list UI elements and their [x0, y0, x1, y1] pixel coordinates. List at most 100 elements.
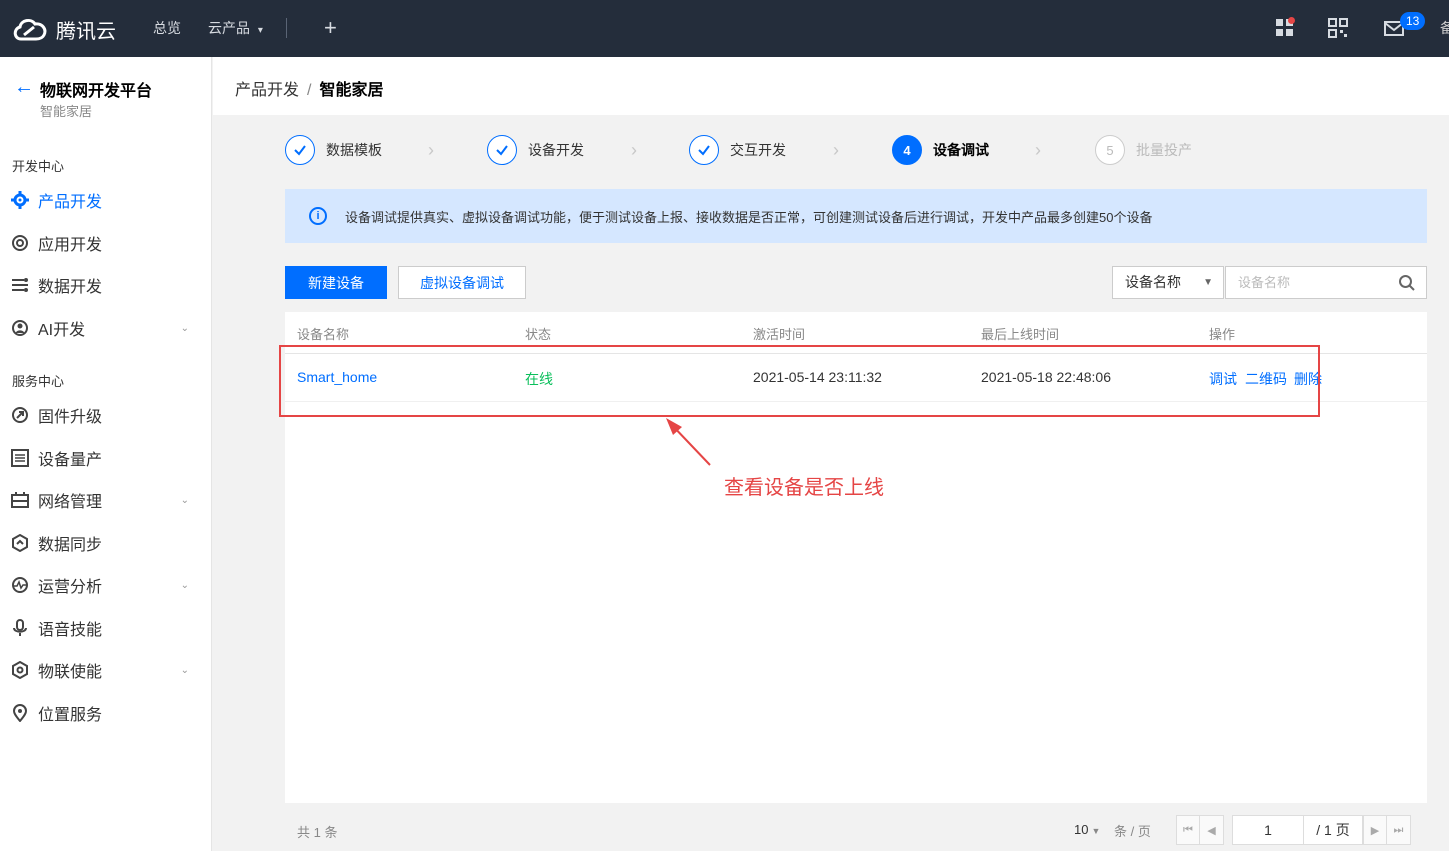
- sidebar-item-label: 固件升级: [38, 409, 103, 426]
- virtual-debug-button[interactable]: 虚拟设备调试: [398, 266, 526, 299]
- sidebar-item-label: 设备量产: [38, 452, 103, 469]
- brand-name: 腾讯云: [56, 20, 116, 43]
- nav-divider: [286, 18, 287, 38]
- breadcrumb-separator: /: [307, 82, 312, 99]
- chevron-right-icon: ›: [1035, 140, 1041, 160]
- sidebar: ← 物联网开发平台 智能家居 开发中心 产品开发 应用开发 数据开发 AI开发 …: [0, 57, 212, 851]
- check-icon: [689, 135, 719, 165]
- chevron-right-icon: ›: [631, 140, 637, 160]
- chevron-right-icon: ›: [833, 140, 839, 160]
- cloud-logo-icon: [13, 18, 47, 41]
- section-service-center: 服务中心: [12, 374, 65, 389]
- sidebar-item-label: AI开发: [38, 322, 86, 339]
- sync-icon: [11, 534, 29, 552]
- last-page-button[interactable]: ⏭: [1386, 815, 1411, 845]
- top-bar: 腾讯云 总览 云产品 ▾ + 13 备: [0, 0, 1449, 57]
- sidebar-item-mass-production[interactable]: 设备量产: [0, 438, 211, 478]
- step-interaction-dev[interactable]: 交互开发: [689, 135, 786, 165]
- check-icon: [487, 135, 517, 165]
- section-dev-center: 开发中心: [12, 159, 65, 174]
- caret-down-icon: ▼: [1091, 826, 1101, 836]
- next-page-button[interactable]: ▶: [1363, 815, 1387, 845]
- page-number-input[interactable]: 1: [1232, 815, 1304, 845]
- firmware-icon: [11, 406, 29, 424]
- sidebar-item-label: 运营分析: [38, 579, 103, 596]
- total-count: 共 1 条: [297, 825, 338, 840]
- page-size-select[interactable]: 10 ▼: [1074, 822, 1100, 837]
- breadcrumb-current: 智能家居: [319, 82, 384, 99]
- caret-down-icon: ▼: [1203, 277, 1213, 288]
- sidebar-item-data-sync[interactable]: 数据同步: [0, 523, 211, 563]
- sidebar-item-product-dev[interactable]: 产品开发: [0, 180, 211, 220]
- page-size-unit: 条 / 页: [1114, 824, 1151, 839]
- location-icon: [11, 704, 29, 722]
- chevron-down-icon: ⌄: [180, 322, 189, 334]
- sidebar-item-label: 位置服务: [38, 707, 103, 724]
- sidebar-item-label: 产品开发: [38, 194, 103, 211]
- nav-cloud-products[interactable]: 云产品 ▾: [208, 0, 263, 57]
- chevron-down-icon: ⌄: [180, 494, 189, 506]
- sidebar-item-network[interactable]: 网络管理 ⌄: [0, 480, 211, 520]
- sidebar-item-voice-skill[interactable]: 语音技能: [0, 608, 211, 648]
- platform-title: 物联网开发平台: [40, 83, 153, 100]
- info-icon: i: [309, 207, 327, 225]
- data-flow-icon: [11, 276, 29, 294]
- sidebar-item-firmware[interactable]: 固件升级: [0, 395, 211, 435]
- new-device-button[interactable]: 新建设备: [285, 266, 387, 299]
- step-number: 4: [892, 135, 922, 165]
- chevron-down-icon: ⌄: [180, 664, 189, 676]
- annotation-highlight-box: [279, 345, 1320, 417]
- nav-cloud-products-label: 云产品: [208, 20, 250, 36]
- search-box: [1225, 266, 1427, 299]
- step-label: 交互开发: [730, 142, 786, 158]
- sidebar-item-ops-analysis[interactable]: 运营分析 ⌄: [0, 565, 211, 605]
- col-last-online-time: 最后上线时间: [981, 327, 1060, 342]
- breadcrumb: 产品开发 / 智能家居: [235, 76, 383, 100]
- step-device-debug[interactable]: 4 设备调试: [892, 135, 989, 165]
- search-input[interactable]: [1226, 267, 1386, 298]
- search-field-select[interactable]: 设备名称 ▼: [1112, 266, 1224, 299]
- qr-code-icon[interactable]: [1328, 18, 1348, 38]
- analysis-icon: [11, 576, 29, 594]
- list-icon: [11, 449, 29, 467]
- sidebar-item-label: 物联使能: [38, 664, 103, 681]
- sidebar-item-label: 语音技能: [38, 622, 103, 639]
- chevron-down-icon: ▾: [257, 25, 263, 36]
- search-icon[interactable]: [1398, 274, 1416, 292]
- topbar-edge-text[interactable]: 备: [1440, 18, 1449, 38]
- col-device-name: 设备名称: [297, 327, 350, 342]
- info-banner: i 设备调试提供真实、虚拟设备调试功能，便于测试设备上报、接收数据是否正常，可创…: [285, 189, 1427, 243]
- sidebar-item-label: 应用开发: [38, 237, 103, 254]
- page-size-value: 10: [1074, 822, 1089, 837]
- step-batch-production[interactable]: 5 批量投产: [1095, 135, 1192, 165]
- nav-overview[interactable]: 总览: [153, 0, 181, 57]
- tencent-cloud-logo[interactable]: 腾讯云: [12, 14, 116, 44]
- sidebar-item-label: 数据同步: [38, 537, 103, 554]
- chevron-right-icon: ›: [428, 140, 434, 160]
- sidebar-item-ai-dev[interactable]: AI开发 ⌄: [0, 308, 211, 348]
- breadcrumb-parent[interactable]: 产品开发: [235, 82, 299, 99]
- prev-page-button[interactable]: ◀: [1199, 815, 1224, 845]
- page-header: 产品开发 / 智能家居: [213, 57, 1449, 115]
- search-field-select-value: 设备名称: [1125, 274, 1181, 290]
- info-banner-text: 设备调试提供真实、虚拟设备调试功能，便于测试设备上报、接收数据是否正常，可创建测…: [345, 209, 1153, 225]
- step-data-template[interactable]: 数据模板: [285, 135, 382, 165]
- network-icon: [11, 491, 29, 509]
- first-page-button[interactable]: ⏮: [1176, 815, 1200, 845]
- add-shortcut-button[interactable]: +: [324, 14, 337, 42]
- step-label: 批量投产: [1136, 142, 1192, 158]
- step-device-dev[interactable]: 设备开发: [487, 135, 584, 165]
- col-status: 状态: [525, 327, 552, 342]
- gear-icon: [11, 191, 29, 209]
- back-arrow-icon[interactable]: ←: [14, 77, 34, 97]
- sidebar-item-iot-enable[interactable]: 物联使能 ⌄: [0, 650, 211, 690]
- total-pages: / 1 页: [1304, 815, 1363, 845]
- sidebar-item-location[interactable]: 位置服务: [0, 693, 211, 733]
- sidebar-item-app-dev[interactable]: 应用开发: [0, 223, 211, 263]
- pagination-bar: 共 1 条 10 ▼ 条 / 页 ⏮ ◀ 1 / 1 页 ▶ ⏭: [285, 803, 1427, 851]
- col-actions: 操作: [1209, 327, 1236, 342]
- sidebar-item-data-dev[interactable]: 数据开发: [0, 265, 211, 305]
- mail-count-badge: 13: [1400, 12, 1426, 30]
- step-label: 设备开发: [528, 142, 584, 158]
- app-icon: [11, 234, 29, 252]
